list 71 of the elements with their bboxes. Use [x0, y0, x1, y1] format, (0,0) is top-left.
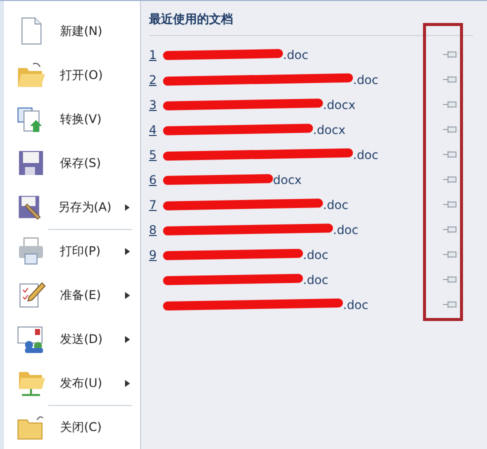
document-name: .docx	[313, 122, 346, 136]
recent-document-item[interactable]: 8 .doc	[149, 217, 487, 242]
folder-icon	[16, 60, 46, 90]
document-number: 6	[149, 172, 158, 186]
pin-icon[interactable]	[443, 150, 457, 159]
menu-item[interactable]: 关闭(C)	[4, 405, 140, 449]
document-number: 1	[149, 48, 158, 62]
document-number: 5	[149, 148, 158, 162]
document-name: .doc	[343, 298, 368, 312]
submenu-arrow-icon	[125, 292, 130, 298]
document-name: .doc	[333, 222, 358, 236]
document-number: 4	[149, 122, 158, 136]
menu-item-label: 打开(O)	[60, 66, 104, 84]
pin-icon[interactable]	[443, 75, 457, 84]
document-number: 3	[149, 98, 158, 112]
document-name: .doc	[303, 248, 328, 262]
submenu-arrow-icon	[125, 248, 130, 254]
recent-document-item[interactable]: .doc	[149, 267, 487, 292]
menu-item[interactable]: 打开(O)	[4, 53, 140, 97]
menu-item[interactable]: 发布(U)	[4, 361, 140, 405]
menu-item-label: 保存(S)	[60, 154, 102, 172]
menu-item[interactable]: 转换(V)	[4, 97, 140, 141]
recent-document-item[interactable]: 6 docx	[149, 167, 487, 192]
recent-document-item[interactable]: .doc	[149, 292, 487, 317]
document-name: docx	[273, 172, 302, 186]
document-name: .doc	[323, 198, 348, 212]
document-number: 9	[149, 248, 158, 262]
document-number: 7	[149, 198, 158, 212]
recent-document-item[interactable]: 3 .docx	[149, 92, 487, 117]
submenu-arrow-icon	[125, 380, 130, 386]
menu-item[interactable]: 新建(N)	[4, 9, 140, 53]
document-name: .doc	[353, 72, 378, 86]
recent-document-item[interactable]: 2 .doc	[149, 67, 487, 92]
document-name: .doc	[283, 48, 308, 62]
menu-item[interactable]: 发送(D)	[4, 317, 140, 361]
recent-document-item[interactable]: 9 .doc	[149, 242, 487, 267]
menu-item[interactable]: 准备(E)	[4, 273, 140, 317]
document-name: .docx	[323, 98, 356, 112]
printer-icon	[16, 236, 46, 266]
pin-icon[interactable]	[443, 175, 457, 184]
menu-item-label: 发送(D)	[60, 330, 104, 348]
recent-document-item[interactable]: 5 .doc	[149, 142, 487, 167]
menu-item-label: 新建(N)	[60, 22, 104, 40]
menu-item-label: 打印(P)	[60, 242, 102, 260]
pin-icon[interactable]	[443, 275, 457, 284]
document-name: .doc	[353, 148, 378, 162]
menu-item[interactable]: 另存为(A)	[4, 185, 140, 229]
menu-item-label: 关闭(C)	[60, 418, 103, 436]
pin-icon[interactable]	[443, 100, 457, 109]
pin-icon[interactable]	[443, 50, 457, 59]
document-name: .doc	[303, 272, 328, 286]
pin-icon[interactable]	[443, 200, 457, 209]
document-number: 8	[149, 222, 158, 236]
menu-item-label: 发布(U)	[60, 374, 104, 392]
document-number: 2	[149, 72, 158, 86]
menu-item-label: 另存为(A)	[58, 198, 112, 216]
recent-documents-title: 最近使用的文档	[149, 1, 473, 36]
recent-document-item[interactable]: 7 .doc	[149, 192, 487, 217]
pin-icon[interactable]	[443, 225, 457, 234]
menu-item[interactable]: 保存(S)	[4, 141, 140, 185]
submenu-arrow-icon	[125, 204, 130, 210]
pin-icon[interactable]	[443, 250, 457, 259]
pin-icon[interactable]	[443, 125, 457, 134]
recent-document-item[interactable]: 1 .doc	[149, 42, 487, 67]
recent-document-item[interactable]: 4 .docx	[149, 117, 487, 142]
menu-item-label: 准备(E)	[60, 286, 102, 304]
envelope-people-icon	[16, 324, 46, 354]
pin-icon[interactable]	[443, 300, 457, 309]
submenu-arrow-icon	[125, 336, 130, 342]
menu-item-label: 转换(V)	[60, 110, 103, 128]
menu-item[interactable]: 打印(P)	[4, 229, 140, 273]
